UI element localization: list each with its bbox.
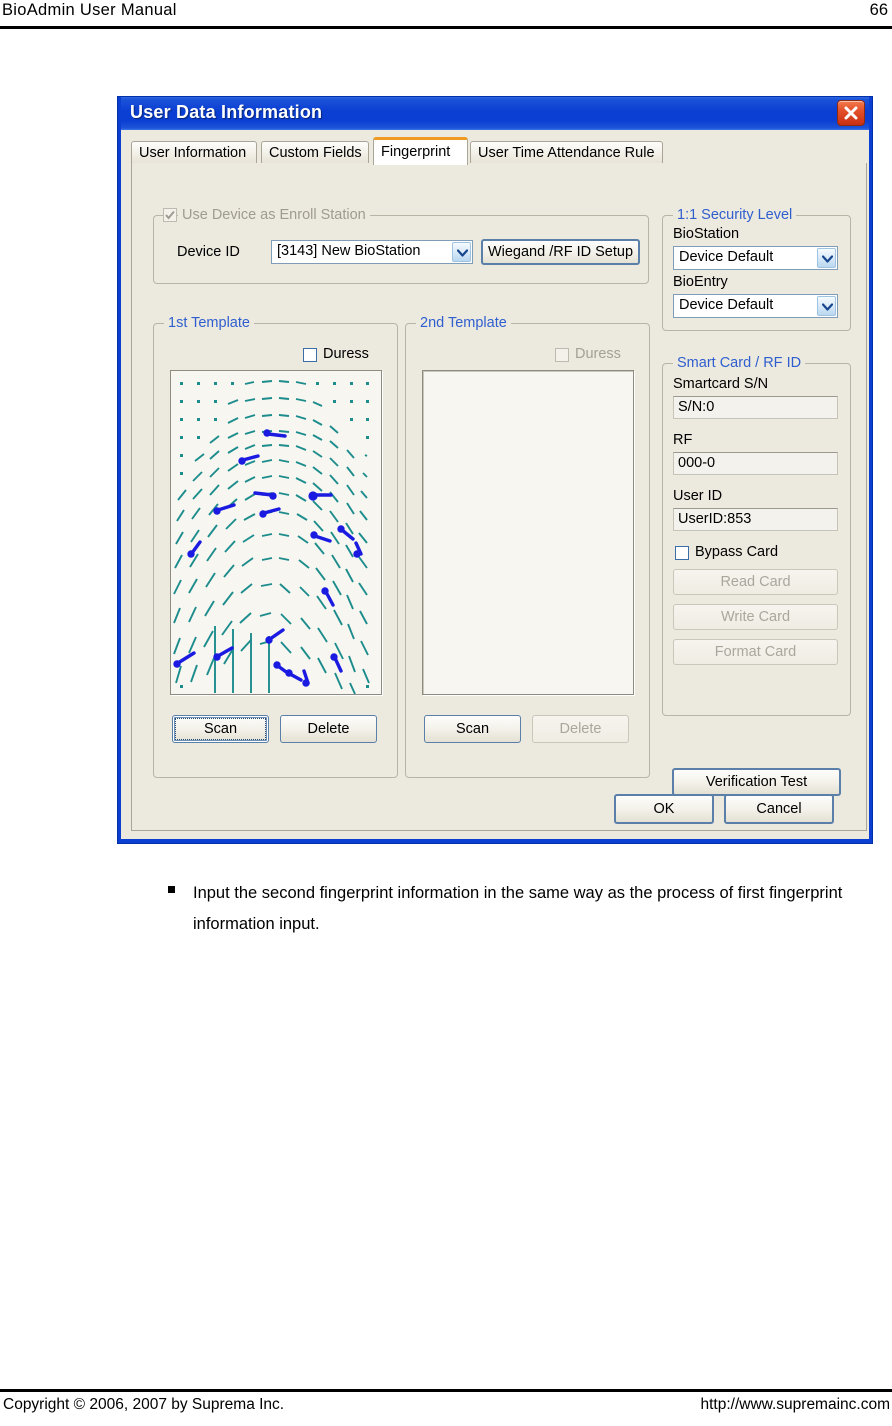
tab-fingerprint[interactable]: Fingerprint: [373, 137, 468, 165]
user-id-field[interactable]: UserID:853: [673, 508, 838, 531]
biostation-security-combo[interactable]: Device Default: [673, 246, 838, 270]
tab-label: User Time Attendance Rule: [478, 145, 655, 161]
rf-label: RF: [673, 432, 693, 448]
smart-card-group: Smart Card / RF ID Smartcard S/N S/N:0 R…: [662, 355, 851, 716]
device-id-combo[interactable]: [3143] New BioStation: [271, 240, 473, 264]
bypass-card-label: Bypass Card: [695, 544, 779, 560]
template1-legend: 1st Template: [164, 315, 254, 331]
smartcard-sn-label: Smartcard S/N: [673, 376, 769, 392]
fingerprint-ridge-flow: [171, 371, 381, 694]
smart-card-legend: Smart Card / RF ID: [673, 355, 806, 371]
wiegand-rfid-setup-button[interactable]: Wiegand /RF ID Setup: [481, 239, 640, 265]
smartcard-sn-value: S/N:0: [678, 399, 715, 415]
tab-label: Custom Fields: [269, 145, 362, 161]
smartcard-sn-field[interactable]: S/N:0: [673, 396, 838, 419]
template1-group: 1st Template Duress Scan Delete: [153, 315, 398, 778]
bioentry-security-combo[interactable]: Device Default: [673, 294, 838, 318]
ok-label: OK: [653, 800, 675, 817]
wiegand-rfid-setup-label: Wiegand /RF ID Setup: [487, 243, 634, 260]
dialog-title: User Data Information: [130, 102, 323, 122]
template1-duress-checkbox[interactable]: [303, 348, 317, 362]
body-note-text: Input the second fingerprint information…: [193, 884, 843, 933]
manual-title: BioAdmin User Manual: [2, 1, 177, 19]
format-card-label: Format Card: [714, 643, 797, 660]
dialog-body: User Information Custom Fields Fingerpri…: [121, 130, 869, 839]
template2-duress-checkbox: [555, 348, 569, 362]
bypass-card-checkbox[interactable]: [675, 546, 689, 560]
tab-label: Fingerprint: [381, 144, 451, 160]
user-data-information-dialog: User Data Information User Information C…: [117, 96, 873, 844]
rf-field[interactable]: 000-0: [673, 452, 838, 475]
template1-delete-label: Delete: [307, 720, 350, 737]
use-device-as-enroll-station-checkbox: [163, 208, 177, 222]
template2-legend: 2nd Template: [416, 315, 511, 331]
chevron-down-icon[interactable]: [452, 242, 471, 262]
template1-scan-button[interactable]: Scan: [172, 715, 269, 743]
page-footer: Copyright © 2006, 2007 by Suprema Inc. h…: [0, 1394, 892, 1424]
footer-copyright: Copyright © 2006, 2007 by Suprema Inc.: [3, 1396, 285, 1413]
template2-scan-label: Scan: [455, 720, 490, 737]
header-divider: [0, 26, 892, 29]
write-card-button: Write Card: [673, 604, 838, 630]
format-card-button: Format Card: [673, 639, 838, 665]
read-card-label: Read Card: [720, 573, 791, 590]
footer-url: http://www.supremainc.com: [700, 1396, 890, 1413]
bioentry-label: BioEntry: [673, 274, 728, 290]
enroll-station-group: Use Device as Enroll Station Device ID […: [153, 207, 649, 284]
template1-duress-label: Duress: [323, 346, 369, 362]
template1-fingerprint-image: [170, 370, 382, 695]
template2-duress-label: Duress: [575, 346, 621, 362]
page-number: 66: [869, 1, 888, 19]
security-level-group: 1:1 Security Level BioStation Device Def…: [662, 207, 851, 331]
enroll-station-legend: Use Device as Enroll Station: [178, 207, 370, 223]
template2-fingerprint-image: [422, 370, 634, 695]
close-icon[interactable]: [837, 100, 865, 126]
footer-divider: [0, 1389, 892, 1392]
bioentry-value: Device Default: [679, 297, 774, 313]
tab-label: User Information: [139, 145, 247, 161]
verification-test-button[interactable]: Verification Test: [672, 768, 841, 796]
chevron-down-icon[interactable]: [817, 296, 836, 316]
chevron-down-icon[interactable]: [817, 248, 836, 268]
read-card-button: Read Card: [673, 569, 838, 595]
template2-group: 2nd Template Duress Scan Delete: [405, 315, 650, 778]
template2-scan-button[interactable]: Scan: [424, 715, 521, 743]
user-id-label: User ID: [673, 488, 723, 504]
cancel-button[interactable]: Cancel: [724, 794, 834, 824]
biostation-value: Device Default: [679, 249, 774, 265]
rf-value: 000-0: [678, 455, 716, 471]
write-card-label: Write Card: [720, 608, 791, 625]
security-level-legend: 1:1 Security Level: [673, 207, 797, 223]
tab-user-information[interactable]: User Information: [131, 141, 257, 164]
bullet-square-icon: [168, 886, 175, 893]
fingerprint-tab-page: Use Device as Enroll Station Device ID […: [131, 163, 867, 831]
tab-custom-fields[interactable]: Custom Fields: [261, 141, 369, 164]
tab-strip: User Information Custom Fields Fingerpri…: [131, 137, 867, 165]
template1-scan-label: Scan: [203, 720, 238, 737]
template2-delete-button: Delete: [532, 715, 629, 743]
user-id-value: UserID:853: [678, 511, 752, 527]
verification-test-label: Verification Test: [705, 773, 808, 790]
dialog-titlebar: User Data Information: [121, 97, 869, 130]
device-id-value: [3143] New BioStation: [277, 243, 421, 259]
ok-button[interactable]: OK: [614, 794, 714, 824]
template2-delete-label: Delete: [559, 720, 602, 737]
device-id-label: Device ID: [177, 244, 240, 260]
tab-user-time-attendance-rule[interactable]: User Time Attendance Rule: [470, 141, 663, 164]
cancel-label: Cancel: [756, 800, 802, 817]
template1-delete-button[interactable]: Delete: [280, 715, 377, 743]
biostation-label: BioStation: [673, 226, 740, 242]
